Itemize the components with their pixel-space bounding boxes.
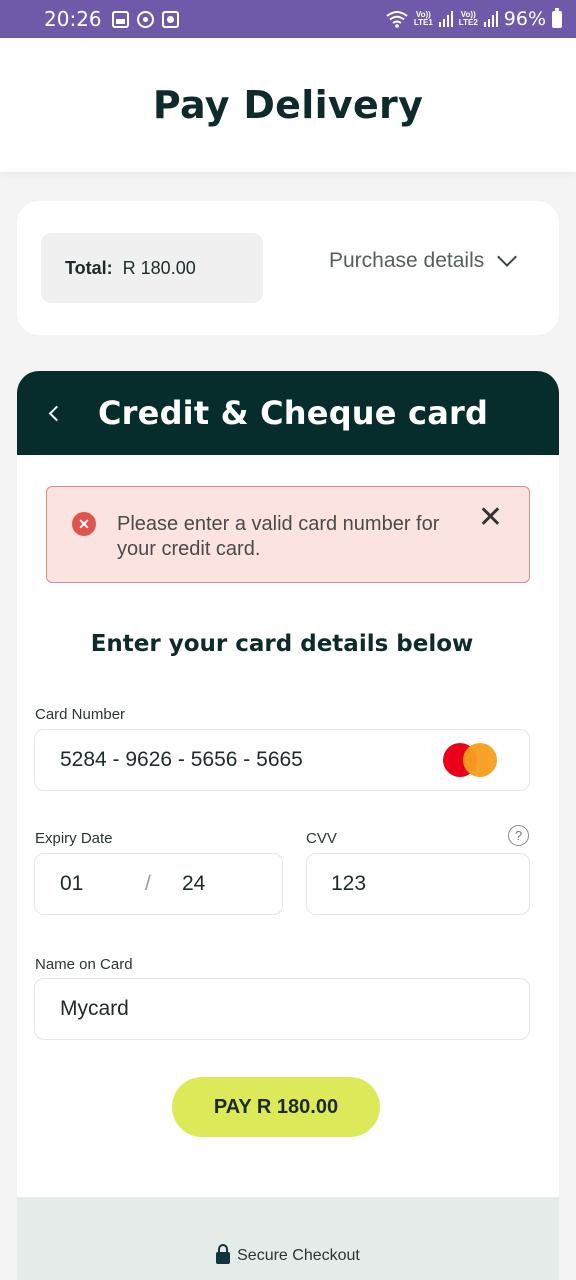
cvv-field[interactable]: 123 bbox=[306, 853, 530, 915]
battery-icon bbox=[552, 7, 562, 28]
mastercard-icon bbox=[443, 743, 497, 777]
expiry-month-input[interactable]: 01 bbox=[60, 872, 83, 896]
chevron-down-icon bbox=[497, 247, 518, 267]
pay-button[interactable]: PAY R 180.00 bbox=[172, 1077, 380, 1137]
cvv-value: 123 bbox=[331, 872, 367, 895]
error-alert: ✕ Please enter a valid card number for y… bbox=[46, 486, 530, 583]
cvv-label: CVV bbox=[306, 830, 337, 847]
expiry-separator: / bbox=[145, 872, 151, 895]
card-number-value: 5284 - 9626 - 5656 - 5665 bbox=[60, 748, 303, 771]
wifi-icon bbox=[386, 11, 408, 28]
total-box: Total: R 180.00 bbox=[41, 233, 263, 303]
help-icon[interactable]: ? bbox=[508, 825, 529, 846]
purchase-details-label: Purchase details bbox=[329, 249, 485, 272]
error-icon: ✕ bbox=[72, 512, 96, 536]
total-value: R 180.00 bbox=[122, 257, 196, 278]
sync-notification-icon bbox=[136, 10, 154, 28]
signal-sim2-icon bbox=[483, 11, 498, 27]
name-on-card-value: Mycard bbox=[60, 997, 129, 1020]
gallery-notification-icon bbox=[111, 10, 129, 28]
section-title: Enter your card details below bbox=[90, 631, 474, 657]
name-on-card-label: Name on Card bbox=[35, 956, 133, 973]
close-icon[interactable]: ✕ bbox=[478, 503, 503, 533]
card-number-field[interactable]: 5284 - 9626 - 5656 - 5665 bbox=[34, 729, 530, 791]
app-notification-icon bbox=[161, 10, 179, 28]
card-number-label: Card Number bbox=[35, 706, 126, 723]
expiry-date-field[interactable]: 01 / 24 bbox=[34, 853, 283, 915]
purchase-details-toggle[interactable]: Purchase details bbox=[329, 247, 518, 273]
sim1-label: Vo)) LTE1 bbox=[413, 10, 433, 27]
lock-icon bbox=[216, 1243, 231, 1264]
secure-checkout-label: Secure Checkout bbox=[237, 1246, 360, 1264]
error-message: Please enter a valid card number for you… bbox=[117, 513, 440, 560]
status-bar: 20:26 Vo)) LTE1 Vo)) LTE2 96% bbox=[0, 0, 576, 38]
expiry-date-label: Expiry Date bbox=[35, 830, 113, 847]
payment-method-title: Credit & Cheque card bbox=[98, 394, 489, 432]
secure-checkout-footer: Secure Checkout bbox=[17, 1197, 559, 1280]
payment-panel: Credit & Cheque card ✕ Please enter a va… bbox=[17, 371, 559, 1280]
total-label: Total: bbox=[65, 257, 113, 278]
payment-header: Credit & Cheque card bbox=[17, 371, 559, 455]
back-arrow-icon[interactable] bbox=[48, 405, 65, 421]
clock: 20:26 bbox=[44, 7, 102, 31]
sim2-label: Vo)) LTE2 bbox=[458, 10, 478, 27]
order-summary-card: Total: R 180.00 Purchase details bbox=[17, 201, 559, 335]
signal-sim1-icon bbox=[438, 11, 453, 27]
battery-percentage: 96% bbox=[503, 8, 546, 30]
expiry-year-input[interactable]: 24 bbox=[182, 872, 205, 896]
app-header: Pay Delivery bbox=[0, 38, 576, 172]
page-title: Pay Delivery bbox=[152, 83, 424, 127]
name-on-card-field[interactable]: Mycard bbox=[34, 978, 530, 1040]
